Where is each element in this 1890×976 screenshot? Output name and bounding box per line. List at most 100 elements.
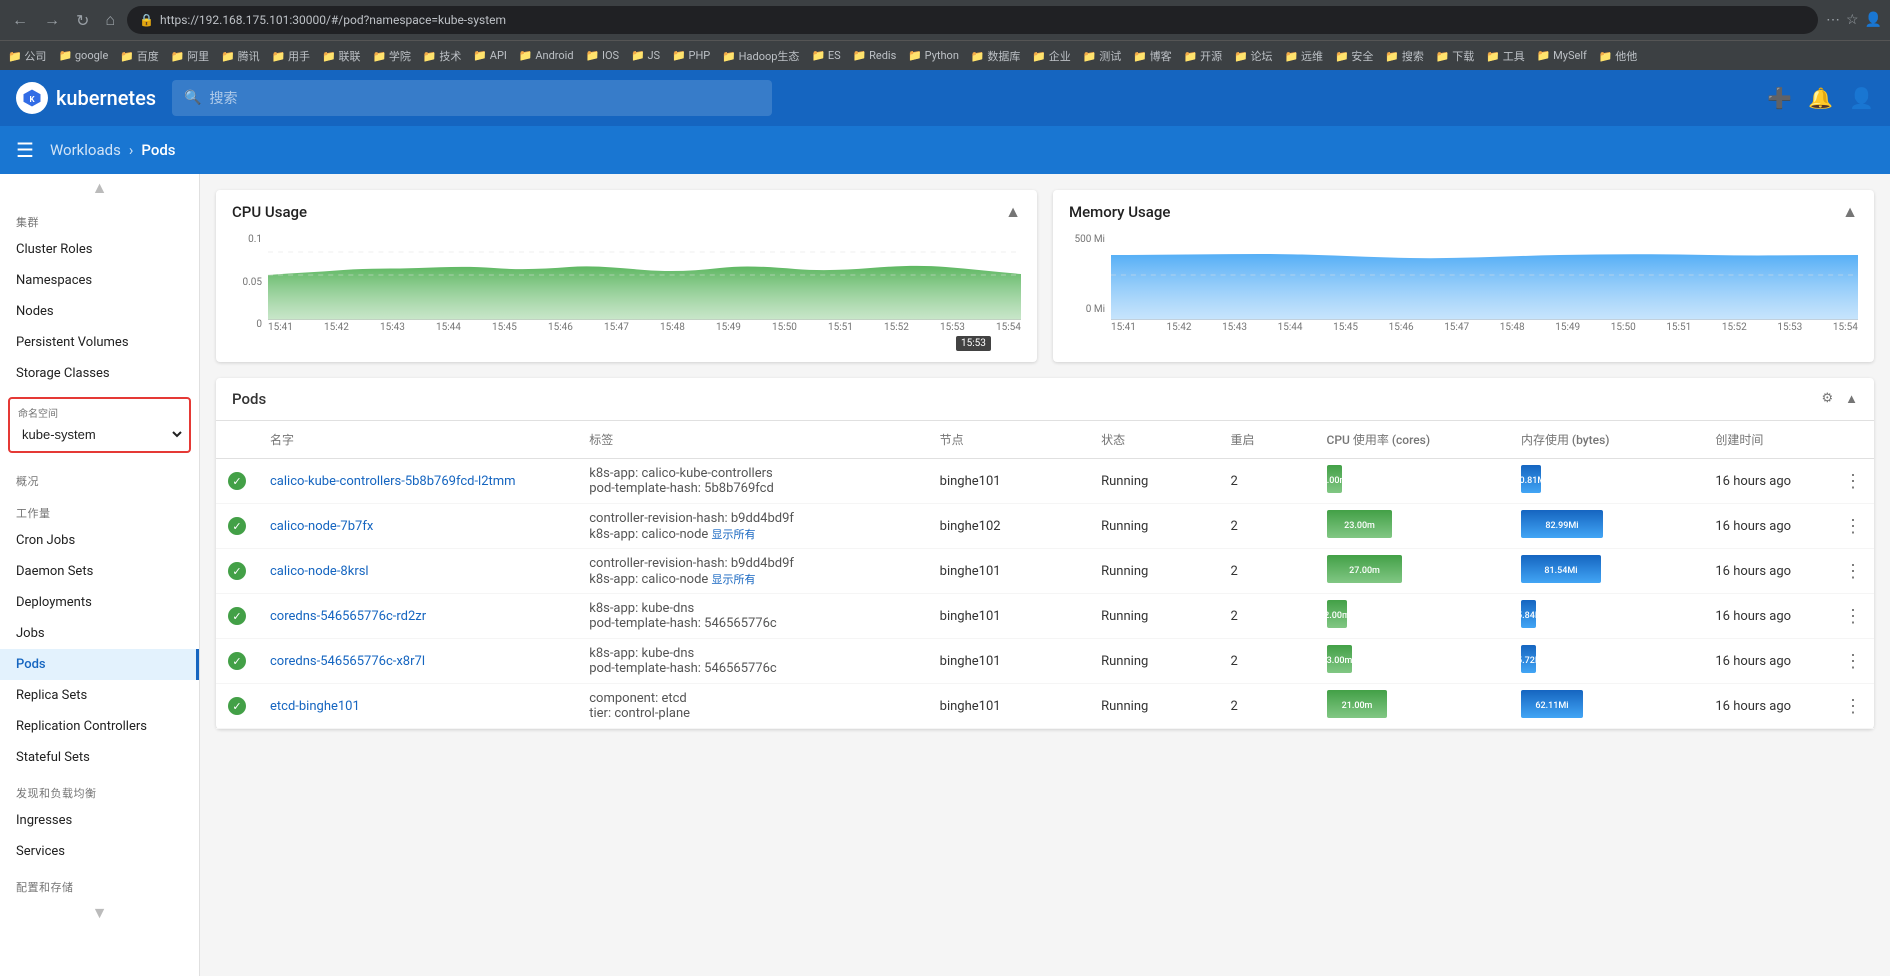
cpu-chart-collapse[interactable]: ▲ bbox=[1005, 202, 1021, 222]
bookmark-other[interactable]: 📁 他他 bbox=[1599, 48, 1637, 64]
sidebar-item-nodes[interactable]: Nodes bbox=[0, 296, 199, 327]
more-button[interactable]: ⋮ bbox=[1844, 606, 1862, 627]
more-cell: ⋮ bbox=[1832, 549, 1874, 594]
more-button[interactable]: ⋮ bbox=[1844, 516, 1862, 537]
notification-icon[interactable]: 🔔 bbox=[1808, 86, 1833, 110]
table-row: ✓ calico-node-8krsl controller-revision-… bbox=[216, 549, 1874, 594]
bookmark-tech[interactable]: 📁 技术 bbox=[423, 48, 461, 64]
bookmark-python[interactable]: 📁 Python bbox=[908, 49, 959, 62]
bookmark-android[interactable]: 📁 Android bbox=[519, 49, 574, 62]
bookmark-lianl[interactable]: 📁 联联 bbox=[322, 48, 360, 64]
search-bar[interactable]: 🔍 搜索 bbox=[172, 80, 772, 116]
memory-chart-collapse[interactable]: ▲ bbox=[1842, 202, 1858, 222]
memory-x-axis: 15:4115:4215:4315:4415:4515:4615:4715:48… bbox=[1111, 320, 1858, 335]
home-button[interactable]: ⌂ bbox=[101, 6, 119, 34]
account-icon[interactable]: 👤 bbox=[1849, 86, 1874, 110]
col-header-created: 创建时间 bbox=[1703, 421, 1832, 459]
bookmark-security[interactable]: 📁 安全 bbox=[1335, 48, 1373, 64]
pod-link[interactable]: calico-node-7b7fx bbox=[270, 519, 373, 534]
pods-table-title: Pods bbox=[232, 390, 266, 408]
reload-button[interactable]: ↻ bbox=[72, 7, 93, 34]
status-cell: ✓ bbox=[216, 684, 258, 729]
bookmark-yongshou[interactable]: 📁 用手 bbox=[272, 48, 310, 64]
bookmark-myself[interactable]: 📁 MySelf bbox=[1537, 49, 1587, 62]
bookmark-search[interactable]: 📁 搜索 bbox=[1385, 48, 1423, 64]
sidebar-item-daemon-sets[interactable]: Daemon Sets bbox=[0, 556, 199, 587]
pod-link[interactable]: calico-node-8krsl bbox=[270, 564, 369, 579]
forward-button[interactable]: → bbox=[40, 6, 64, 34]
sidebar-item-persistent-volumes[interactable]: Persistent Volumes bbox=[0, 327, 199, 358]
sidebar-item-pods[interactable]: Pods bbox=[0, 649, 199, 680]
bookmark-tool[interactable]: 📁 工具 bbox=[1486, 48, 1524, 64]
bookmark-baidu[interactable]: 📁 百度 bbox=[120, 48, 158, 64]
bookmark-open[interactable]: 📁 开源 bbox=[1184, 48, 1222, 64]
bookmark-google[interactable]: 📁 google bbox=[58, 49, 108, 62]
created-cell: 16 hours ago bbox=[1703, 504, 1832, 549]
pod-link[interactable]: coredns-546565776c-x8r7l bbox=[270, 654, 425, 669]
bookmark-tx[interactable]: 📁 腾讯 bbox=[221, 48, 259, 64]
sidebar-item-services[interactable]: Services bbox=[0, 836, 199, 867]
labels-cell: k8s-app: kube-dns pod-template-hash: 546… bbox=[577, 594, 927, 639]
sidebar-item-stateful-sets[interactable]: Stateful Sets bbox=[0, 742, 199, 773]
label-2: k8s-app: calico-node 显示所有 bbox=[589, 571, 915, 587]
breadcrumb-parent[interactable]: Workloads bbox=[50, 141, 121, 159]
profile-icon[interactable]: 👤 bbox=[1865, 12, 1882, 28]
namespace-select[interactable]: kube-system bbox=[14, 422, 185, 447]
cpu-cell: 21.00m bbox=[1315, 684, 1509, 729]
bookmark-ios[interactable]: 📁 IOS bbox=[586, 49, 620, 62]
bookmark-icon[interactable]: ☆ bbox=[1846, 12, 1859, 28]
col-header-actions bbox=[1832, 421, 1874, 459]
cpu-x-axis: 15:4115:4215:4315:4415:4515:4615:4715:48… bbox=[268, 320, 1021, 335]
bookmark-api[interactable]: 📁 API bbox=[473, 49, 507, 62]
more-button[interactable]: ⋮ bbox=[1844, 696, 1862, 717]
bookmark-db[interactable]: 📁 数据库 bbox=[971, 48, 1020, 64]
bookmark-ali[interactable]: 📁 阿里 bbox=[171, 48, 209, 64]
sidebar-item-ingresses[interactable]: Ingresses bbox=[0, 805, 199, 836]
sidebar-item-replication-controllers[interactable]: Replication Controllers bbox=[0, 711, 199, 742]
status-cell: ✓ bbox=[216, 549, 258, 594]
cpu-tooltip: 15:53 bbox=[956, 336, 991, 351]
sidebar-item-jobs[interactable]: Jobs bbox=[0, 618, 199, 649]
bookmark-test[interactable]: 📁 测试 bbox=[1083, 48, 1121, 64]
search-placeholder: 搜索 bbox=[210, 88, 238, 108]
show-all-link[interactable]: 显示所有 bbox=[712, 573, 756, 586]
sidebar-item-namespaces[interactable]: Namespaces bbox=[0, 265, 199, 296]
bookmark-redis[interactable]: 📁 Redis bbox=[853, 49, 897, 62]
cpu-mini-chart: 3.00m bbox=[1327, 645, 1417, 673]
cpu-chart-body: 0.1 0.05 0 bbox=[216, 222, 1037, 362]
bookmark-hadoop[interactable]: 📁 Hadoop生态 bbox=[722, 48, 799, 64]
show-all-link[interactable]: 显示所有 bbox=[712, 528, 756, 541]
bookmark-blog[interactable]: 📁 博客 bbox=[1133, 48, 1171, 64]
bookmark-remote[interactable]: 📁 远维 bbox=[1285, 48, 1323, 64]
bookmark-php[interactable]: 📁 PHP bbox=[672, 49, 710, 62]
more-button[interactable]: ⋮ bbox=[1844, 651, 1862, 672]
pod-link[interactable]: etcd-binghe101 bbox=[270, 699, 360, 714]
sidebar-item-cron-jobs[interactable]: Cron Jobs bbox=[0, 525, 199, 556]
charts-row: CPU Usage ▲ 0.1 0.05 0 bbox=[216, 190, 1874, 362]
address-bar[interactable]: 🔒 https://192.168.175.101:30000/#/pod?na… bbox=[127, 6, 1818, 34]
filter-icon[interactable]: ⚙ bbox=[1821, 391, 1833, 407]
bookmark-download[interactable]: 📁 下载 bbox=[1436, 48, 1474, 64]
bookmark-js[interactable]: 📁 JS bbox=[631, 49, 660, 62]
extensions-icon[interactable]: ⋯ bbox=[1826, 12, 1840, 28]
more-button[interactable]: ⋮ bbox=[1844, 471, 1862, 492]
bookmark-company[interactable]: 📁 公司 bbox=[8, 48, 46, 64]
sidebar-item-storage-classes[interactable]: Storage Classes bbox=[0, 358, 199, 389]
sidebar-item-replica-sets[interactable]: Replica Sets bbox=[0, 680, 199, 711]
jobs-label: Jobs bbox=[16, 626, 45, 641]
bookmark-xueyuan[interactable]: 📁 学院 bbox=[372, 48, 410, 64]
add-icon[interactable]: ➕ bbox=[1767, 86, 1792, 110]
pod-link[interactable]: coredns-546565776c-rd2zr bbox=[270, 609, 426, 624]
bookmark-forum[interactable]: 📁 论坛 bbox=[1234, 48, 1272, 64]
collapse-icon[interactable]: ▲ bbox=[1845, 391, 1858, 407]
sidebar-item-cluster-roles[interactable]: Cluster Roles bbox=[0, 234, 199, 265]
bookmark-es[interactable]: 📁 ES bbox=[811, 49, 840, 62]
menu-icon[interactable]: ☰ bbox=[16, 138, 34, 162]
sidebar-item-deployments[interactable]: Deployments bbox=[0, 587, 199, 618]
bookmark-enterprise[interactable]: 📁 企业 bbox=[1032, 48, 1070, 64]
memory-chart-body: 500 Mi 0 Mi bbox=[1053, 222, 1874, 347]
back-button[interactable]: ← bbox=[8, 6, 32, 34]
more-button[interactable]: ⋮ bbox=[1844, 561, 1862, 582]
status-cell: ✓ bbox=[216, 504, 258, 549]
pod-link[interactable]: calico-kube-controllers-5b8b769fcd-l2tmm bbox=[270, 474, 516, 489]
